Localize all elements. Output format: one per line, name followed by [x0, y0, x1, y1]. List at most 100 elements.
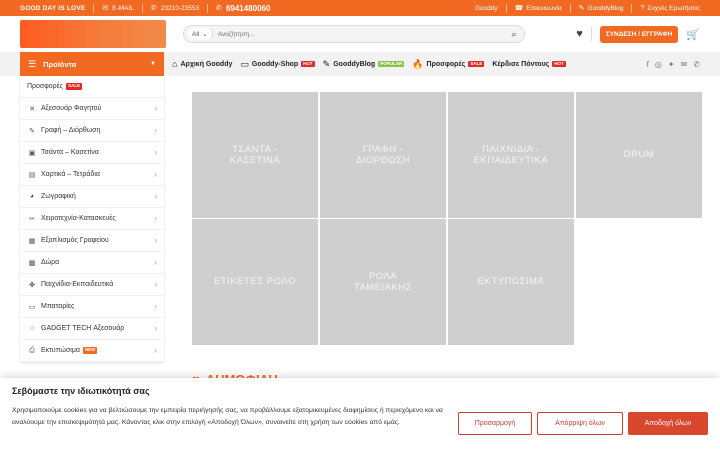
site-logo[interactable]: [20, 20, 166, 48]
hot-badge: HOT: [552, 60, 566, 68]
sidebar-item-office[interactable]: ▦ Εξοπλισμός Γραφείου ›: [20, 230, 164, 252]
chevron-right-icon: ›: [154, 302, 157, 311]
tile-label-rolls[interactable]: ΕΤΙΚΕΤΕΣ ΡΟΛΟ: [192, 219, 318, 345]
sidebar-item-batteries[interactable]: ▭ Μπαταρίες ›: [20, 296, 164, 318]
main-nav: ☰ Προϊόντα ▼ ⌂ Αρχική Gooddy ▭ Gooddy-Sh…: [0, 52, 720, 76]
chevron-down-icon: ▼: [150, 61, 156, 67]
fire-icon: 🔥: [412, 58, 424, 69]
login-register-button[interactable]: ΣΥΝΔΕΣΗ / ΕΓΓΡΑΦΗ: [599, 25, 679, 43]
blog-icon: ✎: [578, 4, 585, 12]
popular-badge: POPULAR: [378, 60, 405, 68]
chevron-right-icon: ›: [154, 148, 157, 157]
top-link-blog[interactable]: ✎ GooddyBlog: [579, 5, 624, 12]
phone-icon[interactable]: ✆: [693, 60, 700, 69]
sidebar-item-paper[interactable]: ▤ Χαρτικά – Τετράδια ›: [20, 164, 164, 186]
nav-blog[interactable]: ✎ GooddyBlog POPULAR: [323, 59, 405, 70]
facebook-icon[interactable]: f: [647, 60, 649, 69]
chevron-right-icon: ›: [154, 258, 157, 267]
cookie-reject-button[interactable]: Απόρριψη όλων: [537, 412, 623, 435]
chevron-down-icon: ⌄: [202, 31, 208, 38]
cookie-accept-button[interactable]: Αποδοχή όλων: [628, 412, 708, 435]
sidebar-item-crafts[interactable]: ✂ Χειροτεχνία-Κατασκευές ›: [20, 208, 164, 230]
sidebar-item-painting[interactable]: ◕ Ζωγραφική ›: [20, 186, 164, 208]
new-badge: NEW: [82, 347, 98, 354]
puzzle-icon: ✤: [29, 281, 35, 289]
top-link-contact[interactable]: ☎ Επικοινωνία: [515, 5, 562, 12]
sidebar-item-writing[interactable]: ✎ Γραφή – Διόρθωση ›: [20, 120, 164, 142]
email-icon[interactable]: ✉: [681, 60, 688, 69]
palette-icon: ◕: [29, 193, 35, 200]
chevron-right-icon: ›: [154, 170, 157, 179]
top-link-faq[interactable]: ? Συχνές Ερωτήσεις: [640, 5, 700, 12]
search-category-select[interactable]: All ⌄: [188, 28, 213, 40]
shop-icon: ▭: [240, 58, 249, 69]
hot-badge: HOT: [301, 60, 315, 68]
nav-shop[interactable]: ▭ Gooddy-Shop HOT: [240, 58, 315, 70]
top-bar: GOOD DAY IS LOVE ✉ E-MAIL ✆ 23210-23553 …: [0, 0, 720, 16]
tagline: GOOD DAY IS LOVE: [20, 4, 86, 12]
printer-icon: ⎙: [29, 346, 35, 354]
scissors-icon: ✂: [29, 215, 35, 223]
contact-icon: ☎: [514, 4, 524, 12]
top-links: Gooddy ☎ Επικοινωνία ✎ GooddyBlog ? Συχνές …: [475, 3, 700, 13]
category-sidebar: Προσφορές SALE ✕ Αξεσουάρ Φαγητού › ✎ Γρ…: [20, 76, 164, 362]
tile-toys[interactable]: ΠΑΙΧΝΙΔΙΑ - ΕΚΠΑΙΔΕΥΤΙΚΑ: [448, 92, 574, 218]
hamburger-icon: ☰: [28, 58, 37, 69]
search-icon[interactable]: ⌕: [508, 28, 520, 40]
nav-points[interactable]: Κέρδισε Πόντους HOT: [492, 60, 566, 68]
bag-icon: ▣: [28, 149, 36, 157]
chevron-right-icon: ›: [154, 126, 157, 135]
cookie-customize-button[interactable]: Προσαρμογή: [458, 412, 532, 435]
chevron-right-icon: ›: [154, 214, 157, 223]
battery-icon: ▭: [28, 303, 36, 311]
sidebar-item-printables[interactable]: ⎙ Εκτυπώσιμα NEW ›: [20, 340, 164, 362]
instagram-icon[interactable]: ◎: [655, 60, 662, 69]
tile-writing[interactable]: ΓΡΑΦΗ - ΔΙΟΡΘΩΣΗ: [320, 92, 446, 218]
chevron-right-icon: ›: [154, 192, 157, 201]
sale-badge: SALE: [66, 83, 83, 90]
pencil-icon: ✎: [29, 127, 35, 135]
category-tiles: ΤΣΑΝΤΑ - ΚΑΣΕΤΙΝΑ ΓΡΑΦΗ - ΔΙΟΡΘΩΣΗ ΠΑΙΧΝ…: [192, 92, 702, 345]
sidebar-item-gifts[interactable]: ▩ Δώρα ›: [20, 252, 164, 274]
gift-icon: ▩: [28, 259, 36, 267]
sidebar-item-gadgets[interactable]: ○ GADGET TECH Αξεσουάρ ›: [20, 318, 164, 340]
search-input[interactable]: [212, 30, 508, 38]
tile-register-rolls[interactable]: ΡΟΛΑ ΤΑΜΕΙΑΚΗΣ: [320, 219, 446, 345]
cart-basket-icon[interactable]: 🛒: [686, 28, 700, 41]
sidebar-item-toys[interactable]: ✤ Παιχνίδια-Εκπαιδευτικά ›: [20, 274, 164, 296]
email-link[interactable]: ✉ E-MAIL: [102, 5, 134, 12]
wishlist-heart-icon[interactable]: ♥: [576, 28, 583, 40]
question-icon: ?: [640, 4, 645, 12]
office-icon: ▦: [28, 237, 36, 245]
chevron-right-icon: ›: [154, 346, 157, 355]
products-menu-button[interactable]: ☰ Προϊόντα ▼: [20, 52, 164, 76]
social-links: f ◎ ✦ ✉ ✆: [647, 60, 700, 69]
sidebar-item-bags[interactable]: ▣ Τσάντα – Κασετίνα ›: [20, 142, 164, 164]
tile-printables[interactable]: ΕΚΤΥΠΩΣΙΜΑ: [448, 219, 574, 345]
blog-icon: ✎: [322, 58, 331, 69]
tile-drum[interactable]: DRUM: [576, 92, 702, 218]
phone-link-1[interactable]: ✆ 23210-23553: [151, 5, 199, 12]
sidebar-item-offers[interactable]: Προσφορές SALE: [20, 76, 164, 98]
chevron-right-icon: ›: [154, 280, 157, 289]
twitter-icon[interactable]: ✦: [668, 60, 675, 69]
mobile-icon: ✆: [216, 4, 222, 12]
chevron-right-icon: ›: [154, 104, 157, 113]
top-link-gooddy[interactable]: Gooddy: [475, 5, 498, 12]
cookie-text: Χρησιμοποιούμε cookies για να βελτιώσουμ…: [12, 407, 443, 426]
chevron-right-icon: ›: [154, 324, 157, 333]
phone-link-2[interactable]: ✆ 6941480060: [216, 4, 270, 13]
utensils-icon: ✕: [29, 105, 35, 113]
bulb-icon: ○: [29, 325, 35, 332]
nav-offers[interactable]: 🔥 Προσφορές SALE: [412, 58, 485, 70]
notebook-icon: ▤: [28, 171, 36, 179]
mail-icon: ✉: [102, 4, 109, 12]
tile-bags[interactable]: ΤΣΑΝΤΑ - ΚΑΣΕΤΙΝΑ: [192, 92, 318, 218]
phone-icon: ✆: [150, 4, 157, 12]
sale-badge: SALE: [468, 60, 485, 68]
nav-home[interactable]: ⌂ Αρχική Gooddy: [172, 59, 232, 69]
site-header: All ⌄ ⌕ ♥ ΣΥΝΔΕΣΗ / ΕΓΓΡΑΦΗ 🛒: [0, 16, 720, 52]
home-icon: ⌂: [172, 59, 178, 69]
cookie-title: Σεβόμαστε την ιδιωτικότητά σας: [12, 386, 150, 396]
sidebar-item-food-accessories[interactable]: ✕ Αξεσουάρ Φαγητού ›: [20, 98, 164, 120]
